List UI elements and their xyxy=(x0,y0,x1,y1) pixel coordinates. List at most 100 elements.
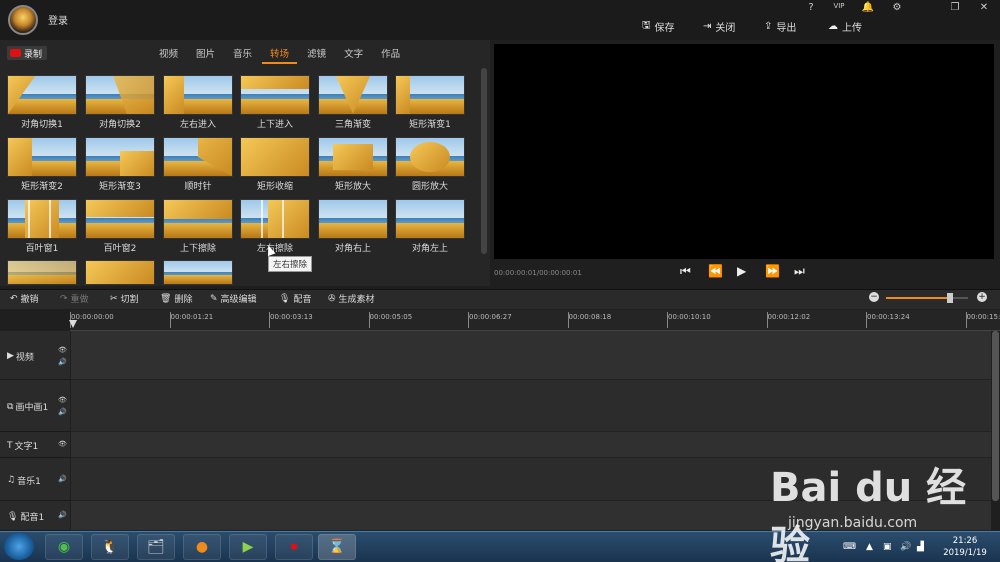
redo-button[interactable]: ↷ 重做 xyxy=(60,292,89,306)
save-button[interactable]: 🖫 保存 xyxy=(642,18,675,34)
transition-item[interactable]: 矩形放大 xyxy=(318,137,388,192)
tab-transition[interactable]: 转场 xyxy=(262,42,298,64)
generate-button[interactable]: ✇ 生成素材 xyxy=(328,292,375,306)
record-label: 录制 xyxy=(24,49,43,60)
eye-icon[interactable]: 👁 xyxy=(58,396,67,404)
undo-button[interactable]: ↶ 撤销 xyxy=(10,292,39,306)
tab-image[interactable]: 图片 xyxy=(188,42,223,64)
scissors-icon: ✂ xyxy=(110,293,118,304)
track-header[interactable]: ▶ 视频 👁 🔊 xyxy=(0,331,70,380)
tab-text[interactable]: 文字 xyxy=(336,42,371,64)
transition-label: 百叶窗2 xyxy=(103,244,137,254)
transition-item[interactable]: 左右擦除 xyxy=(240,199,310,254)
preview-timecode: 00:00:00:01/00:00:00:01 xyxy=(494,269,582,277)
transition-item[interactable] xyxy=(7,260,77,285)
close-button[interactable]: ⇥ 关闭 xyxy=(703,18,735,34)
tab-filter[interactable]: 滤镜 xyxy=(299,42,334,64)
transition-thumbnail xyxy=(395,199,465,239)
vip-icon[interactable]: VIP xyxy=(829,2,849,10)
transition-item[interactable] xyxy=(85,260,155,285)
preview-screen xyxy=(494,44,994,259)
record-dot-icon: ⏺ xyxy=(290,539,298,555)
transition-item[interactable]: 矩形渐变3 xyxy=(85,137,155,192)
redo-icon: ↷ xyxy=(60,293,68,304)
transition-item[interactable]: 对角左上 xyxy=(395,199,465,254)
transition-item[interactable] xyxy=(163,260,233,285)
ruler-label: 00:00:13:24 xyxy=(867,313,910,321)
transition-item[interactable]: 对角切换2 xyxy=(85,75,155,130)
record-button[interactable]: 录制 xyxy=(7,46,47,60)
transition-item[interactable]: 对角右上 xyxy=(318,199,388,254)
speaker-icon[interactable]: 🔊 xyxy=(58,475,67,483)
transition-item[interactable]: 三角渐变 xyxy=(318,75,388,130)
transition-label: 矩形渐变3 xyxy=(99,182,141,192)
play-icon[interactable]: ▶ xyxy=(737,264,746,278)
taskbar-app-editor[interactable]: ⌛ xyxy=(318,534,356,560)
transition-item[interactable]: 左右进入 xyxy=(163,75,233,130)
zoom-slider-knob[interactable] xyxy=(947,293,953,303)
step-forward-icon[interactable]: ⏩ xyxy=(765,264,780,278)
tab-works[interactable]: 作品 xyxy=(373,42,408,64)
login-link[interactable]: 登录 xyxy=(48,12,68,27)
skip-end-icon[interactable]: ⏭ xyxy=(794,264,805,279)
transition-label: 对角切换1 xyxy=(21,120,63,130)
transition-item[interactable]: 百叶窗1 xyxy=(7,199,77,254)
track-header[interactable]: ⧉ 画中画1 👁 🔊 xyxy=(0,380,70,432)
skip-start-icon[interactable]: ⏮ xyxy=(680,264,691,279)
media-scrollbar[interactable] xyxy=(481,68,487,254)
track-lane[interactable] xyxy=(71,380,991,432)
upload-button[interactable]: ☁ 上传 xyxy=(828,18,862,34)
maximize-icon[interactable]: ❐ xyxy=(945,2,965,13)
transition-item[interactable]: 矩形渐变2 xyxy=(7,137,77,192)
edit-toolbar xyxy=(0,289,1000,309)
step-back-icon[interactable]: ⏪ xyxy=(708,264,723,278)
speaker-icon[interactable]: 🔊 xyxy=(58,408,67,416)
start-button[interactable] xyxy=(4,533,34,560)
transition-item[interactable]: 百叶窗2 xyxy=(85,199,155,254)
transition-item[interactable]: 矩形渐变1 xyxy=(395,75,465,130)
taskbar-app-green[interactable]: ◉ xyxy=(45,534,83,560)
transition-item[interactable]: 对角切换1 xyxy=(7,75,77,130)
delete-button[interactable]: 🗑 删除 xyxy=(160,292,192,306)
zoom-in-icon[interactable]: + xyxy=(977,292,987,302)
transition-item[interactable]: 顺时针 xyxy=(163,137,233,192)
transition-thumbnail xyxy=(240,199,310,239)
eye-icon[interactable]: 👁 xyxy=(58,440,67,448)
close-label: 关闭 xyxy=(715,22,736,34)
advanced-edit-button[interactable]: ✎ 高级编辑 xyxy=(210,292,257,306)
transition-item[interactable]: 上下擦除 xyxy=(163,199,233,254)
zoom-out-icon[interactable]: − xyxy=(869,292,879,302)
track-header[interactable]: 🎙 配音1 🔊 xyxy=(0,501,70,531)
taskbar-app-firefox[interactable]: ● xyxy=(183,534,221,560)
cut-button[interactable]: ✂ 切割 xyxy=(110,292,139,306)
app-logo[interactable] xyxy=(8,5,38,35)
taskbar-app-qq[interactable]: 🐧 xyxy=(91,534,129,560)
close-window-icon[interactable]: ✕ xyxy=(974,2,994,13)
taskbar-app-explorer[interactable]: 🗂 xyxy=(137,534,175,560)
dub-label: 配音 xyxy=(293,295,312,305)
transition-item[interactable]: 上下进入 xyxy=(240,75,310,130)
bell-icon[interactable]: 🔔 xyxy=(858,2,878,13)
transition-item[interactable]: 圆形放大 xyxy=(395,137,465,192)
gear-icon[interactable]: ⚙ xyxy=(887,2,907,13)
eye-icon[interactable]: 👁 xyxy=(58,346,67,354)
speaker-icon[interactable]: 🔊 xyxy=(58,358,67,366)
trash-icon: 🗑 xyxy=(160,293,172,304)
transition-label: 三角渐变 xyxy=(334,120,371,130)
track-header[interactable]: T 文字1 👁 xyxy=(0,432,70,458)
tab-music[interactable]: 音乐 xyxy=(225,42,260,64)
export-button[interactable]: ⇪ 导出 xyxy=(764,18,796,34)
speaker-icon[interactable]: 🔊 xyxy=(58,511,67,519)
advanced-label: 高级编辑 xyxy=(220,295,257,305)
tab-video[interactable]: 视频 xyxy=(151,42,186,64)
track-header[interactable]: ♫ 音乐1 🔊 xyxy=(0,458,70,501)
taskbar-app-recorder[interactable]: ⏺ xyxy=(275,534,313,560)
track-lane[interactable] xyxy=(71,331,991,380)
transition-item[interactable]: 矩形收缩 xyxy=(240,137,310,192)
track-label: 画中画1 xyxy=(15,403,49,413)
dub-button[interactable]: 🎙 配音 xyxy=(279,292,312,306)
taskbar-app-player[interactable]: ▶ xyxy=(229,534,267,560)
transition-thumbnail xyxy=(163,260,233,285)
playhead-icon[interactable] xyxy=(69,320,77,328)
help-icon[interactable]: ? xyxy=(801,2,821,13)
